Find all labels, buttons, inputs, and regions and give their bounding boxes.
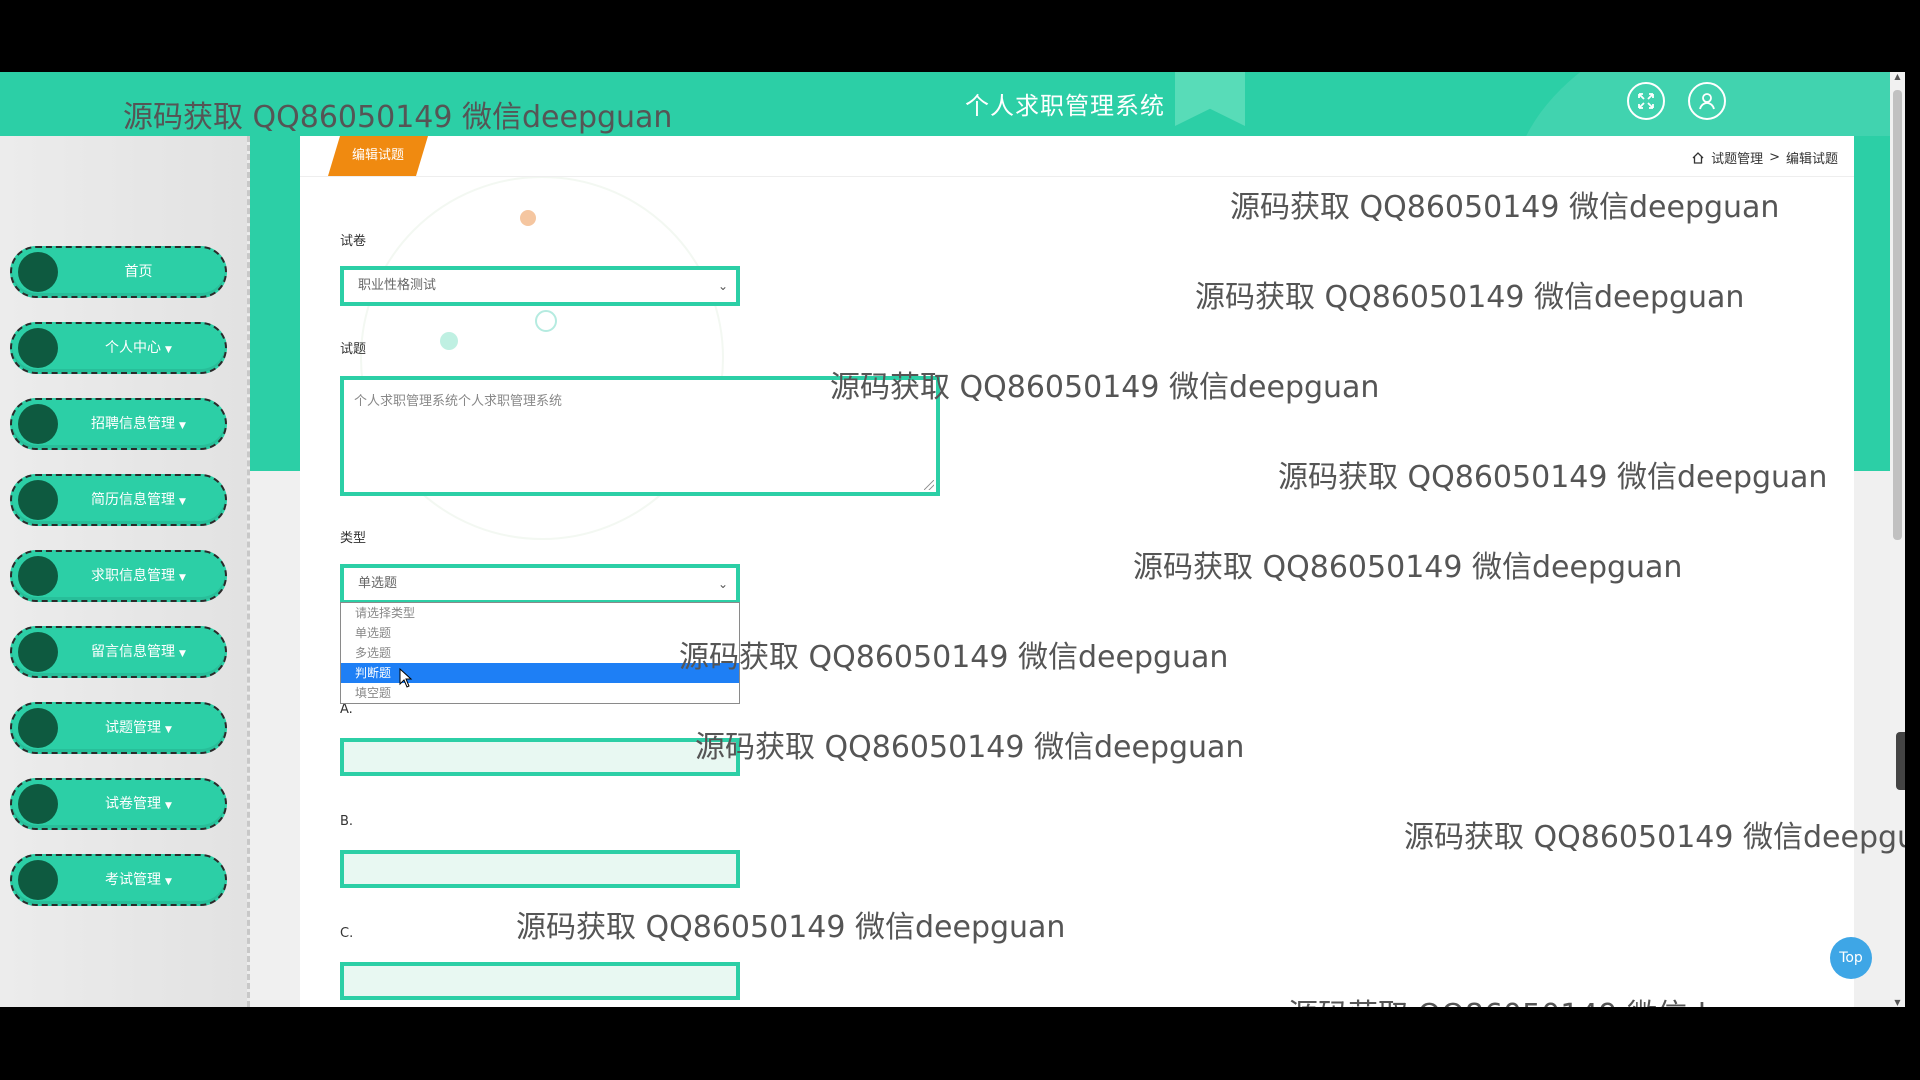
type-select[interactable]: 单选题 ⌄ [340, 564, 740, 604]
sidebar-item-label: 个人中心 [105, 340, 162, 356]
caret-down-icon: ▼ [179, 497, 186, 507]
nav-dot [18, 252, 58, 292]
caret-down-icon: ▼ [165, 801, 172, 811]
breadcrumb: 试题管理 > 编辑试题 [1691, 148, 1838, 167]
nav-dot [18, 328, 58, 368]
caret-down-icon: ▼ [179, 573, 186, 583]
nav-dot [18, 632, 58, 672]
top-header: 个人求职管理系统 [0, 72, 1905, 136]
user-icon[interactable] [1688, 82, 1726, 120]
breadcrumb-parent[interactable]: 试题管理 [1711, 148, 1763, 167]
system-title: 个人求职管理系统 [965, 92, 1165, 120]
breadcrumb-separator: > [1769, 150, 1780, 165]
sidebar-item-label: 求职信息管理 [91, 568, 176, 584]
tab-edit-question[interactable]: 编辑试题 [328, 136, 428, 176]
page-scrollbar[interactable]: ▲ ▼ [1890, 72, 1905, 1007]
type-select-value: 单选题 [358, 576, 398, 591]
chevron-down-icon: ⌄ [717, 577, 728, 591]
question-text: 个人求职管理系统个人求职管理系统 [354, 394, 563, 409]
caret-down-icon: ▼ [165, 877, 172, 887]
scrollbar-thumb[interactable] [1893, 90, 1902, 540]
option-a-label: A. [340, 702, 353, 717]
breadcrumb-current: 编辑试题 [1785, 152, 1838, 167]
option-c-label: C. [340, 926, 354, 941]
type-option[interactable]: 请选择类型 [341, 603, 739, 623]
sidebar-item-label: 简历信息管理 [91, 492, 176, 508]
mouse-cursor-icon [399, 668, 413, 688]
chevron-down-icon: ⌄ [717, 279, 728, 293]
sidebar-item-label: 招聘信息管理 [91, 416, 176, 432]
caret-down-icon: ▼ [165, 725, 172, 735]
sidebar-item-label: 试卷管理 [105, 796, 162, 812]
sidebar-item-label: 试题管理 [105, 720, 162, 736]
nav-dot [18, 480, 58, 520]
content-panel: 编辑试题 试题管理 > 编辑试题 试卷 职业性格测试 ⌄ 试题 个人求职管理系统… [300, 136, 1854, 1007]
sidebar-item-papers[interactable]: 试卷管理 ▼ [10, 778, 227, 830]
question-textarea[interactable]: 个人求职管理系统个人求职管理系统 [340, 376, 940, 496]
option-b-label: B. [340, 814, 354, 829]
sidebar-item-label: 留言信息管理 [91, 644, 176, 660]
nav-dot [18, 784, 58, 824]
sidebar-item-personal-center[interactable]: 个人中心 ▼ [10, 322, 227, 374]
type-dropdown-list: 请选择类型 单选题 多选题 判断题 填空题 [340, 602, 740, 704]
app-window: 个人求职管理系统 首页 个人中心 ▼ 招聘信息管理 ▼ 简历信息管理 ▼ 求职信息管理… [0, 72, 1905, 1007]
scroll-down-icon[interactable]: ▼ [1890, 998, 1905, 1007]
resize-handle-icon[interactable] [924, 480, 934, 490]
caret-down-icon: ▼ [179, 649, 186, 659]
nav-dot [18, 404, 58, 444]
type-label: 类型 [340, 531, 367, 546]
scroll-up-icon[interactable]: ▲ [1890, 72, 1905, 81]
type-option[interactable]: 多选题 [341, 643, 739, 663]
nav-dot [18, 860, 58, 900]
option-b-input[interactable] [340, 850, 740, 888]
sidebar-item-label: 考试管理 [105, 872, 162, 888]
sidebar-item-label: 首页 [124, 264, 153, 280]
type-option[interactable]: 单选题 [341, 623, 739, 643]
paper-label: 试卷 [340, 234, 367, 249]
side-drawer-handle[interactable] [1896, 732, 1905, 790]
paper-select-value: 职业性格测试 [358, 278, 437, 293]
nav-dot [18, 708, 58, 748]
sidebar-item-home[interactable]: 首页 [10, 246, 227, 298]
sidebar-item-exams[interactable]: 考试管理 ▼ [10, 854, 227, 906]
nav-dot [18, 556, 58, 596]
caret-down-icon: ▼ [179, 421, 186, 431]
back-to-top-button[interactable]: Top [1830, 937, 1872, 979]
sidebar-item-messages[interactable]: 留言信息管理 ▼ [10, 626, 227, 678]
sidebar-item-resume[interactable]: 简历信息管理 ▼ [10, 474, 227, 526]
option-c-input[interactable] [340, 962, 740, 1000]
sidebar-item-recruitment[interactable]: 招聘信息管理 ▼ [10, 398, 227, 450]
caret-down-icon: ▼ [165, 345, 172, 355]
paper-select[interactable]: 职业性格测试 ⌄ [340, 266, 740, 306]
sidebar-item-questions[interactable]: 试题管理 ▼ [10, 702, 227, 754]
sidebar-item-job-seeking[interactable]: 求职信息管理 ▼ [10, 550, 227, 602]
sidebar: 首页 个人中心 ▼ 招聘信息管理 ▼ 简历信息管理 ▼ 求职信息管理 ▼ 留言信息管理 ▼… [0, 136, 250, 1007]
home-icon[interactable] [1691, 151, 1705, 165]
fullscreen-icon[interactable] [1627, 82, 1665, 120]
option-a-input[interactable] [340, 738, 740, 776]
tab-divider [300, 176, 1854, 177]
question-label: 试题 [340, 342, 367, 357]
